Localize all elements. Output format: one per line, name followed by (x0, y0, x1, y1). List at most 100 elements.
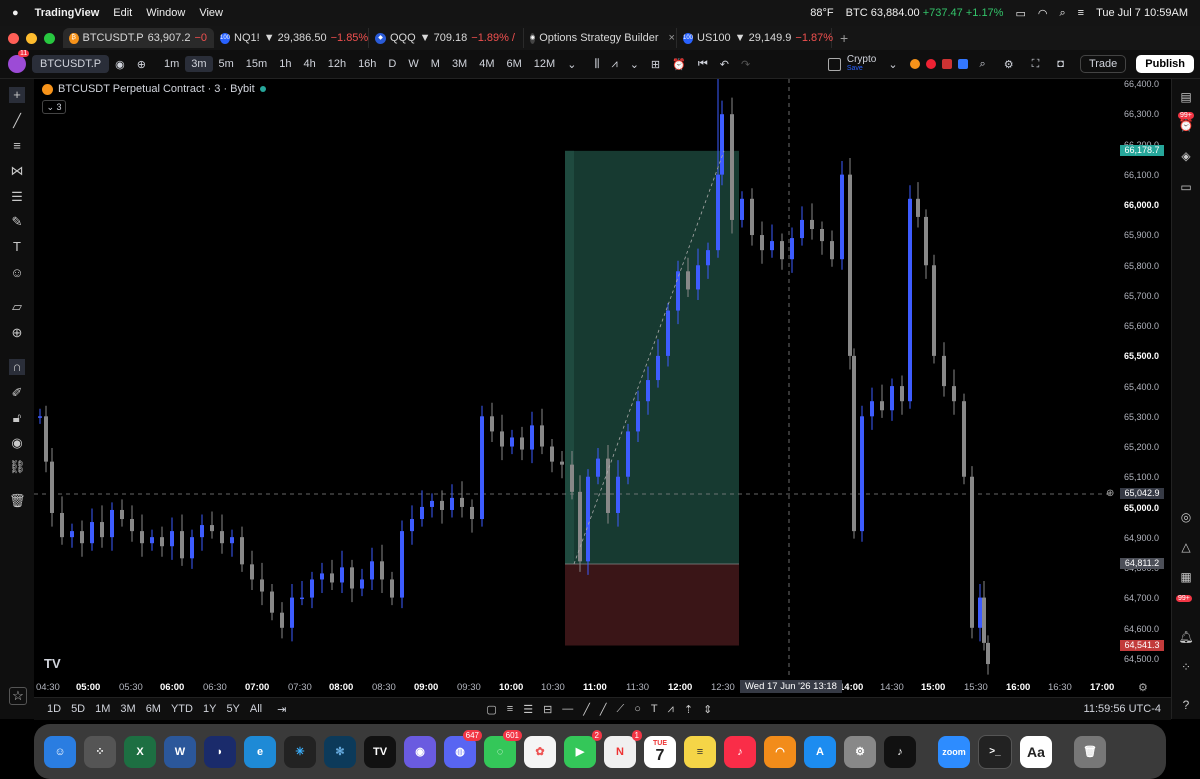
symbol-eye-icon[interactable]: ◉ (109, 56, 131, 73)
long-short-position-icon[interactable]: ☰ (9, 189, 25, 205)
calendar-icon[interactable]: ▦ (1178, 569, 1194, 585)
news-icon[interactable]: N1 (604, 729, 642, 768)
emoji-icon[interactable]: ☺ (9, 265, 25, 281)
zoom-app-icon[interactable]: zoom (938, 735, 970, 768)
battery-icon[interactable]: ▭ (1015, 7, 1025, 20)
compass-icon[interactable]: ◎ (1178, 509, 1194, 525)
layers-icon[interactable]: ◈ (1178, 148, 1194, 164)
alert-icon[interactable]: ⏰ (666, 56, 692, 73)
alerts-icon[interactable]: ⏰ (1178, 117, 1194, 133)
fib-retracement-icon[interactable]: ≡ (9, 138, 25, 154)
interval-button[interactable]: 12M (528, 56, 561, 72)
launchpad-icon[interactable]: ⁘ (84, 735, 116, 768)
trash-bin-icon[interactable]: 🗑︎ (1074, 735, 1106, 768)
system-settings-icon[interactable]: ⚙ (844, 735, 876, 768)
avatar[interactable]: 11 (8, 50, 30, 73)
chat-app-icon[interactable]: ◉ (404, 735, 436, 768)
finder-icon[interactable]: ☺ (44, 735, 76, 768)
word-icon[interactable]: W (164, 735, 196, 768)
menu-edit[interactable]: Edit (113, 7, 132, 19)
magnet-icon[interactable]: ∩ (9, 359, 25, 375)
interval-button[interactable]: 5m (213, 56, 240, 72)
app-menu-tradingview[interactable]: TradingView (35, 7, 100, 19)
rectangle-tool-icon[interactable]: ▢ (486, 703, 496, 716)
interval-button[interactable]: 1h (273, 56, 297, 72)
eye-icon[interactable]: ◉ (9, 435, 25, 451)
interval-button[interactable]: 15m (240, 56, 273, 72)
chart-widget-icon[interactable] (941, 59, 952, 69)
publish-button[interactable]: Publish (1136, 55, 1194, 73)
terminal-icon[interactable]: >_ (978, 734, 1012, 769)
new-tab-icon[interactable]: + (840, 30, 848, 46)
search-icon[interactable]: ⌕ (1059, 7, 1065, 20)
price-chart[interactable] (34, 79, 1171, 697)
tab-options-builder[interactable]: ◉ Options Strategy Builder × (524, 28, 677, 48)
indicator-templates-icon[interactable]: ⌄ (624, 56, 645, 73)
bell-icon[interactable]: 🔔︎ (1178, 629, 1194, 645)
discord-icon[interactable]: ◍ 647 (444, 729, 482, 768)
app-blue-icon[interactable]: ◗ (204, 735, 236, 768)
link-icon[interactable]: ⛓ (9, 459, 26, 475)
brush-icon[interactable]: ✎ (9, 214, 25, 230)
trash-icon[interactable]: 🗑︎ (9, 493, 26, 509)
settings-gear-icon[interactable]: ⚙ (998, 56, 1020, 73)
range-button[interactable]: YTD (166, 703, 198, 715)
audible-icon[interactable]: ◠ (764, 735, 796, 768)
close-window-button[interactable] (8, 32, 19, 44)
undo-icon[interactable]: ↶ (714, 56, 735, 73)
red-indicator-icon[interactable] (925, 59, 936, 69)
favorites-star-icon[interactable]: ☆ (9, 687, 27, 705)
range-button[interactable]: 1Y (198, 703, 221, 715)
range-button[interactable]: 1M (90, 703, 115, 715)
range-button[interactable]: 5D (66, 703, 90, 715)
range-button[interactable]: 6M (141, 703, 166, 715)
layout-grid-icon[interactable]: ⊞ (645, 56, 666, 73)
chart-title[interactable]: BTCUSDT Perpetual Contract · 3 · Bybit (58, 83, 255, 95)
wifi-icon[interactable]: ◠ (1038, 7, 1048, 20)
orange-indicator-icon[interactable] (909, 59, 920, 69)
select-layout-checkbox[interactable] (827, 57, 841, 71)
trend-line-icon[interactable]: ╱ (9, 113, 25, 129)
help-icon[interactable]: ? (1178, 697, 1194, 713)
gann-tool-icon[interactable]: ⊟ (543, 703, 552, 716)
add-alert-plus-icon[interactable]: ⊕ (1106, 488, 1114, 499)
pattern-icon[interactable]: ⋈ (9, 163, 25, 179)
triangle-alert-icon[interactable]: △ (1178, 539, 1194, 555)
interval-button[interactable]: 3m (185, 56, 213, 72)
tab-qqq[interactable]: ◆ QQQ ▼ 709.18 −1.89% / (369, 28, 524, 48)
tab-nq1[interactable]: 100 NQ1! ▼ 29,386.50 −1.85% (214, 28, 369, 48)
interval-button[interactable]: 4h (297, 56, 321, 72)
range-button[interactable]: 1D (42, 703, 66, 715)
close-tab-icon[interactable]: × (668, 32, 674, 44)
lock-icon[interactable]: 🔓︎ (9, 410, 25, 426)
tiktok-icon[interactable]: ♪ (884, 735, 916, 768)
ray-tool-icon[interactable]: ╱ (583, 703, 590, 716)
perplexity-icon[interactable]: ✳ (284, 735, 316, 768)
text-label-icon[interactable]: T (651, 703, 658, 716)
edge-browser-icon[interactable]: e (244, 735, 276, 768)
apps-grid-icon[interactable]: ⁘ (1178, 659, 1194, 675)
tab-us100[interactable]: 100 US100 ▼ 29,149.9 −1.87% (677, 28, 833, 48)
trade-button[interactable]: Trade (1079, 55, 1127, 73)
interval-button[interactable]: 1m (158, 56, 185, 72)
interval-dropdown-icon[interactable]: ⌄ (561, 56, 582, 73)
range-button[interactable]: 3M (115, 703, 140, 715)
compare-symbol-icon[interactable]: ⊕ (131, 56, 152, 73)
range-button[interactable]: 5Y (221, 703, 244, 715)
indicators-icon[interactable]: ⩘ (605, 56, 623, 73)
long-position-icon[interactable]: ⇡ (684, 703, 693, 716)
calendar-app-icon[interactable]: TUE 7 (644, 735, 676, 768)
tab-btcusdt[interactable]: ₿ BTCUSDT.P 63,907.2 −0 (63, 28, 214, 48)
redo-icon[interactable]: ↷ (735, 56, 756, 73)
photos-icon[interactable]: ✿ (524, 735, 556, 768)
interval-button[interactable]: 12h (322, 56, 352, 72)
menu-window[interactable]: Window (146, 7, 185, 19)
minimize-window-button[interactable] (26, 32, 37, 44)
music-icon[interactable]: ♪ (724, 735, 756, 768)
chart-settings-gear-icon[interactable]: ⚙ (1138, 681, 1148, 694)
notes-icon[interactable]: ≡ (684, 735, 716, 768)
facetime-icon[interactable]: ▶ 2 (564, 729, 602, 768)
stay-drawing-icon[interactable]: ✐ (9, 385, 25, 401)
fib-tool-icon[interactable]: ☰ (523, 703, 533, 716)
text-tool-icon[interactable]: T (9, 239, 25, 255)
